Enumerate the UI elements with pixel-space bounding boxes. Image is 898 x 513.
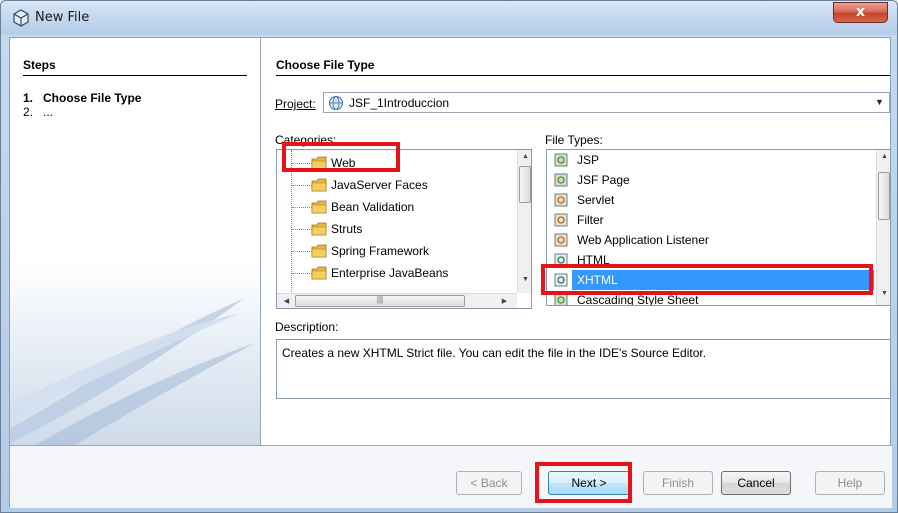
file-type-item[interactable]: Cascading Style Sheet [547, 290, 876, 306]
file-template-icon [554, 213, 568, 227]
file-type-label: Servlet [577, 193, 615, 207]
tree-connector [292, 163, 312, 164]
scroll-thumb[interactable] [519, 166, 531, 203]
close-button[interactable]: x [833, 2, 888, 23]
category-item[interactable]: Bean Validation [277, 197, 515, 217]
category-label: Web [331, 156, 356, 170]
file-type-item[interactable]: HTML [547, 250, 876, 270]
cancel-button[interactable]: Cancel [721, 471, 791, 495]
folder-icon [311, 156, 327, 170]
category-label: Struts [331, 222, 363, 236]
category-item[interactable]: Web [277, 153, 515, 173]
new-file-dialog: New File x Steps 1. Choose File Type 2...… [0, 0, 898, 513]
steps-divider [23, 75, 247, 76]
file-type-item[interactable]: Servlet [547, 190, 876, 210]
step-item-2: 2.... [23, 105, 53, 119]
next-button[interactable]: Next > [548, 471, 630, 495]
netbeans-cube-icon [13, 9, 29, 27]
categories-horizontal-scrollbar[interactable]: ◀ ||| ▶ [277, 293, 517, 308]
scroll-thumb[interactable] [878, 172, 890, 220]
file-template-icon [554, 153, 568, 167]
scroll-right-arrow-icon[interactable]: ▶ [497, 297, 512, 305]
project-combobox[interactable]: JSF_1Introduccion ▼ [323, 92, 890, 113]
file-type-item[interactable]: Web Application Listener [547, 230, 876, 250]
category-item[interactable]: Spring Framework [277, 241, 515, 261]
back-button[interactable]: < Back [456, 471, 522, 495]
dialog-body: Steps 1. Choose File Type 2.... Choose Fi… [9, 37, 892, 508]
folder-icon [311, 244, 327, 258]
file-types-list[interactable]: JSP JSF Page Servlet Filter Web Application … [546, 149, 891, 306]
file-type-item[interactable]: JSF Page [547, 170, 876, 190]
scroll-down-arrow-icon[interactable]: ▼ [877, 290, 890, 297]
file-type-label: JSF Page [577, 173, 630, 187]
description-box: Creates a new XHTML Strict file. You can… [276, 339, 891, 399]
folder-icon [311, 266, 327, 280]
project-value: JSF_1Introduccion [349, 96, 450, 110]
tree-connector [292, 185, 312, 186]
file-types-label: File Types: [545, 133, 603, 147]
file-type-label: Cascading Style Sheet [577, 293, 699, 306]
category-label: Spring Framework [331, 244, 430, 258]
project-label-text: Project: [275, 97, 316, 111]
tree-connector [292, 229, 312, 230]
finish-button[interactable]: Finish [643, 471, 713, 495]
folder-icon [311, 178, 327, 192]
chevron-down-icon[interactable]: ▼ [871, 94, 888, 111]
step-label: ... [43, 105, 54, 119]
folder-icon [311, 200, 327, 214]
category-label: Enterprise JavaBeans [331, 266, 449, 280]
scroll-thumb-horizontal[interactable]: ||| [295, 295, 465, 307]
scroll-up-arrow-icon[interactable]: ▲ [877, 153, 890, 160]
step-item-1: 1. Choose File Type [23, 91, 141, 105]
steps-panel: Steps 1. Choose File Type 2.... [10, 38, 260, 445]
tree-connector [292, 207, 312, 208]
file-template-icon [554, 173, 568, 187]
help-button[interactable]: Help [815, 471, 885, 495]
file-type-label: HTML [577, 253, 610, 267]
scroll-left-arrow-icon[interactable]: ◀ [279, 297, 294, 305]
categories-label: Categories: [275, 133, 337, 147]
title-bar[interactable]: New File x [1, 1, 897, 35]
decorative-swoosh-graphic [10, 298, 255, 445]
category-label: JavaServer Faces [331, 178, 428, 192]
file-template-icon [554, 193, 568, 207]
file-template-icon [554, 253, 568, 267]
category-item[interactable]: Enterprise JavaBeans [277, 263, 515, 283]
section-title: Choose File Type [276, 58, 375, 72]
file-template-icon [554, 293, 568, 305]
step-number: 2. [23, 105, 34, 119]
scroll-up-arrow-icon[interactable]: ▲ [518, 153, 531, 160]
panel-divider [260, 38, 261, 445]
file-type-item[interactable]: JSP [547, 150, 876, 170]
file-types-vertical-scrollbar[interactable]: ▲ ▼ [876, 150, 890, 305]
file-type-item[interactable]: Filter [547, 210, 876, 230]
file-type-label: Filter [577, 213, 604, 227]
step-label: Choose File Type [43, 91, 142, 105]
tree-connector [292, 273, 312, 274]
window-title: New File [35, 10, 90, 25]
file-template-icon [554, 233, 568, 247]
category-item[interactable]: Struts [277, 219, 515, 239]
category-item[interactable]: JavaServer Faces [277, 175, 515, 195]
file-type-item[interactable]: XHTML [554, 270, 874, 290]
file-type-label: Web Application Listener [577, 233, 709, 247]
project-label: Project: [275, 97, 316, 111]
categories-tree[interactable]: Web JavaServer Faces Bean Validation Struts… [276, 149, 532, 309]
file-type-label: JSP [577, 153, 600, 167]
categories-vertical-scrollbar[interactable]: ▲ ▼ [517, 150, 531, 293]
web-project-globe-icon [329, 96, 343, 110]
step-number: 1. [23, 91, 34, 105]
file-type-label: XHTML [577, 273, 618, 287]
folder-icon [311, 222, 327, 236]
steps-title: Steps [23, 58, 56, 72]
tree-connector [292, 251, 312, 252]
category-label: Bean Validation [331, 200, 415, 214]
description-label: Description: [275, 320, 339, 334]
file-template-icon [554, 273, 568, 287]
scroll-down-arrow-icon[interactable]: ▼ [518, 276, 531, 283]
section-divider [276, 75, 890, 76]
